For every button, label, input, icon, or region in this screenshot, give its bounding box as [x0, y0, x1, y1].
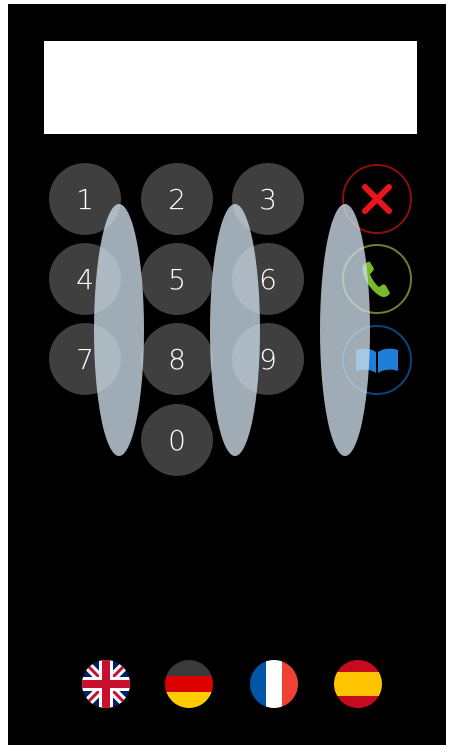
key-8[interactable]: 8 — [141, 323, 213, 395]
close-icon — [362, 184, 392, 214]
germany-flag-icon[interactable] — [165, 660, 213, 708]
key-5[interactable]: 5 — [141, 243, 213, 315]
key-1[interactable]: 1 — [49, 163, 121, 235]
key-3[interactable]: 3 — [232, 163, 304, 235]
france-flag-icon[interactable] — [250, 660, 298, 708]
key-2[interactable]: 2 — [141, 163, 213, 235]
contacts-button[interactable] — [342, 325, 412, 395]
spain-flag-icon[interactable] — [334, 660, 382, 708]
phone-icon — [362, 261, 390, 297]
clear-button[interactable] — [342, 164, 412, 234]
book-icon — [356, 348, 398, 373]
call-button[interactable] — [342, 244, 412, 314]
key-0[interactable]: 0 — [141, 404, 213, 476]
dialer-screen: 1 2 3 4 5 6 7 8 9 0 — [8, 4, 446, 745]
key-6[interactable]: 6 — [232, 243, 304, 315]
key-7[interactable]: 7 — [49, 323, 121, 395]
uk-flag-icon[interactable] — [82, 660, 130, 708]
key-4[interactable]: 4 — [49, 243, 121, 315]
key-9[interactable]: 9 — [232, 323, 304, 395]
number-display[interactable] — [44, 41, 417, 134]
